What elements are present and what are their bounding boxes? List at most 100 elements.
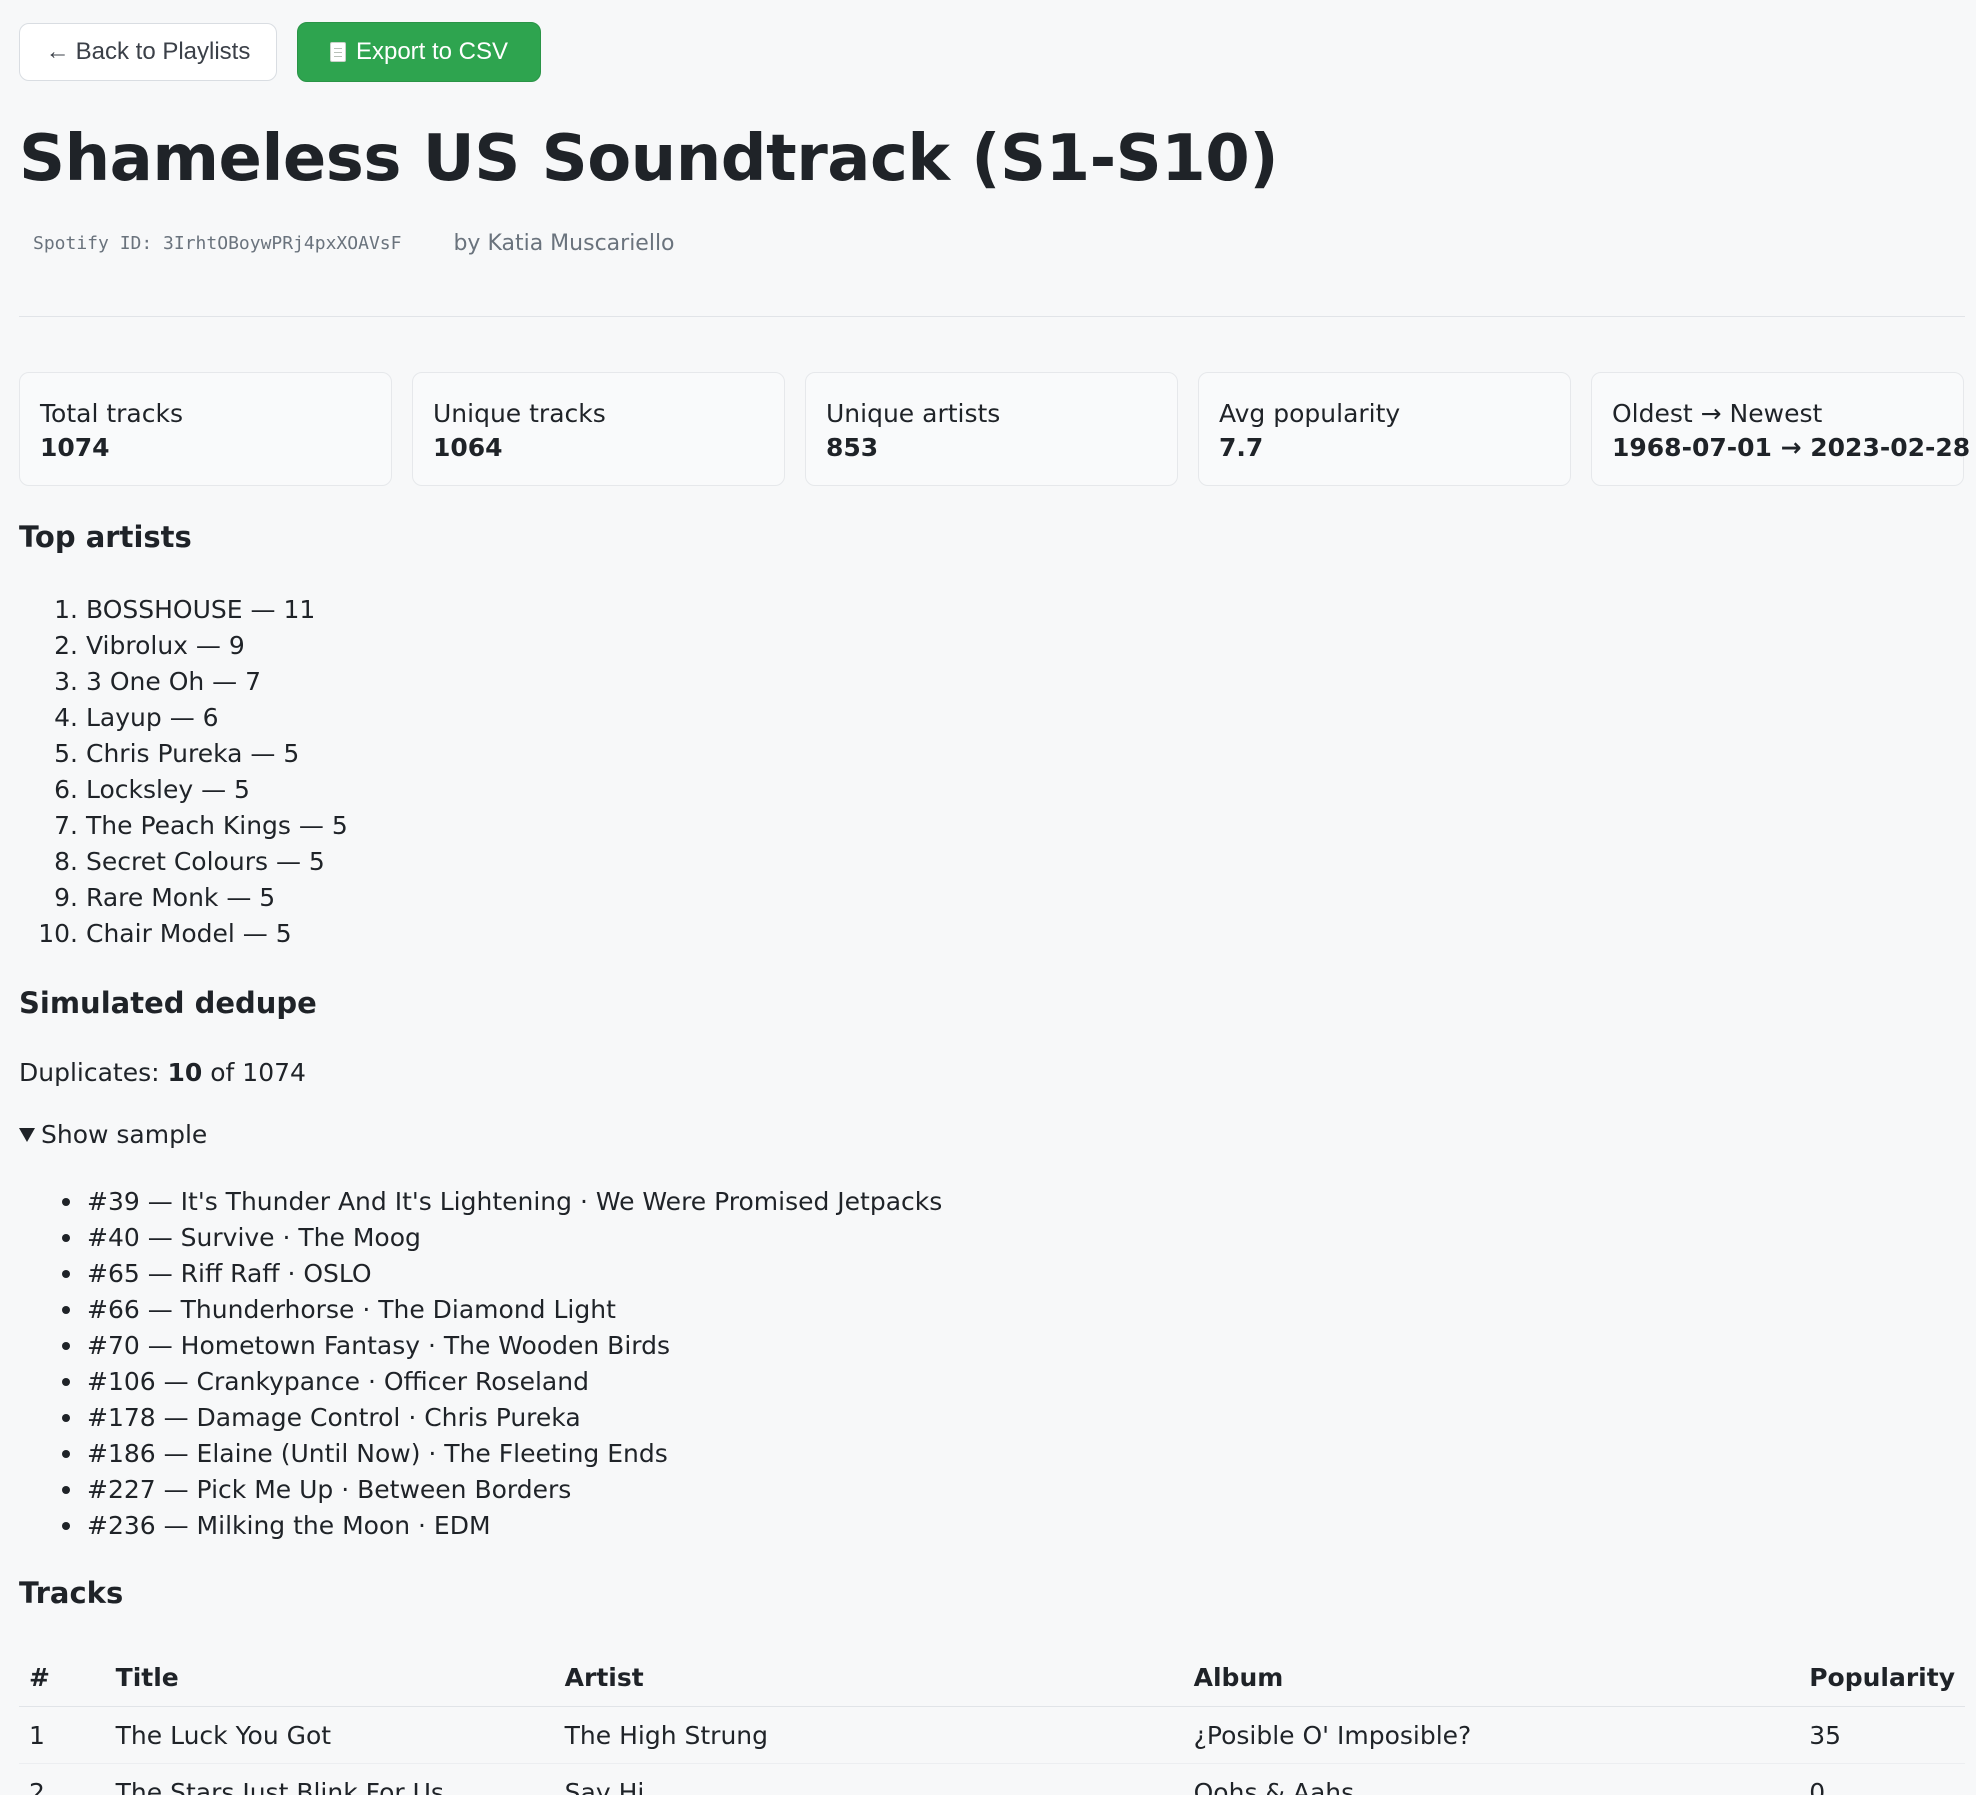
stat-label: Unique tracks [433,399,606,428]
list-item: 8. Secret Colours — 5 [19,844,348,880]
column-header-popularity[interactable]: Popularity [1799,1648,1965,1707]
tracks-heading: Tracks [19,1576,124,1610]
artist-entry: Rare Monk — 5 [86,883,276,912]
playlist-detail-page: ← Back to Playlists Export to CSV Shamel… [0,0,1976,1795]
list-item: 5. Chris Pureka — 5 [19,736,348,772]
cell-number: 1 [19,1706,106,1764]
list-number: 6. [54,775,78,804]
list-item: 3. 3 One Oh — 7 [19,664,348,700]
list-number: 3. [54,667,78,696]
bullet-icon [62,1270,70,1278]
duplicate-entry: #70 — Hometown Fantasy · The Wooden Bird… [87,1331,671,1360]
list-item: #65 — Riff Raff · OSLO [19,1256,942,1292]
duplicates-summary: Duplicates: 10 of 1074 [19,1058,306,1087]
stat-label: Avg popularity [1219,399,1401,428]
list-item: 6. Locksley — 5 [19,772,348,808]
toolbar: ← Back to Playlists Export to CSV [19,22,541,82]
bullet-icon [62,1234,70,1242]
playlist-meta: Spotify ID: 3IrhtOBoywPRj4pxXOAVsF by Ka… [19,229,675,258]
cell-popularity: 0 [1799,1763,1965,1795]
stat-value: 1968-07-01 → 2023-02-28 [1612,433,1971,462]
column-header-album[interactable]: Album [1183,1648,1800,1707]
artist-entry: The Peach Kings — 5 [86,811,348,840]
stat-card-unique-tracks: Unique tracks 1064 [412,372,785,486]
duplicate-entry: #186 — Elaine (Until Now) · The Fleeting… [87,1439,668,1468]
tracks-table: # Title Artist Album Popularity 1 The Lu… [19,1648,1965,1795]
column-header-title[interactable]: Title [105,1648,555,1707]
bullet-icon [62,1198,70,1206]
duplicate-entry: #66 — Thunderhorse · The Diamond Light [87,1295,616,1324]
cell-artist: Say Hi [554,1763,1184,1795]
list-item: 10. Chair Model — 5 [19,916,348,952]
export-csv-button[interactable]: Export to CSV [297,22,541,82]
spotify-id: Spotify ID: 3IrhtOBoywPRj4pxXOAVsF [33,233,402,254]
table-row[interactable]: 1 The Luck You Got The High Strung ¿Posi… [19,1706,1965,1764]
top-artists-heading: Top artists [19,520,192,554]
cell-album: Oohs & Aahs [1183,1763,1800,1795]
list-number: 4. [54,703,78,732]
show-sample-label: Show sample [41,1120,208,1149]
duplicate-entry: #40 — Survive · The Moog [87,1223,421,1252]
list-number: 7. [54,811,78,840]
list-item: #106 — Crankypance · Officer Roseland [19,1364,942,1400]
artist-entry: BOSSHOUSE — 11 [86,595,316,624]
bullet-icon [62,1486,70,1494]
cell-popularity: 35 [1799,1706,1965,1764]
list-item: #178 — Damage Control · Chris Pureka [19,1400,942,1436]
bullet-icon [62,1378,70,1386]
artist-entry: Chair Model — 5 [86,919,292,948]
list-item: #70 — Hometown Fantasy · The Wooden Bird… [19,1328,942,1364]
table-row[interactable]: 2 The Stars Just Blink For Us Say Hi Ooh… [19,1763,1965,1795]
table-header-row: # Title Artist Album Popularity [19,1648,1965,1707]
duplicate-entry: #178 — Damage Control · Chris Pureka [87,1403,581,1432]
stat-value: 1064 [433,433,503,462]
duplicate-sample-list: #39 — It's Thunder And It's Lightening ·… [19,1184,942,1544]
back-button-label: Back to Playlists [75,38,251,65]
page-title: Shameless US Soundtrack (S1-S10) [19,122,1279,196]
list-item: #236 — Milking the Moon · EDM [19,1508,942,1544]
list-item: #227 — Pick Me Up · Between Borders [19,1472,942,1508]
duplicate-entry: #227 — Pick Me Up · Between Borders [87,1475,572,1504]
stat-label: Oldest → Newest [1612,399,1823,428]
bullet-icon [62,1342,70,1350]
list-item: 9. Rare Monk — 5 [19,880,348,916]
top-artists-list: 1. BOSSHOUSE — 11 2. Vibrolux — 9 3. 3 One … [19,592,348,952]
duplicate-entry: #65 — Riff Raff · OSLO [87,1259,372,1288]
bullet-icon [62,1414,70,1422]
show-sample-toggle[interactable]: Show sample [19,1120,207,1149]
bullet-icon [62,1450,70,1458]
list-number: 8. [54,847,78,876]
stat-label: Total tracks [40,399,183,428]
bullet-icon [62,1522,70,1530]
stat-value: 7.7 [1219,433,1264,462]
duplicates-suffix: of 1074 [202,1058,306,1087]
list-number: 1. [54,595,78,624]
column-header-number[interactable]: # [19,1648,106,1707]
export-button-label: Export to CSV [355,38,509,65]
playlist-owner: by Katia Muscariello [453,231,675,256]
left-arrow-icon: ← [45,38,70,65]
back-to-playlists-button[interactable]: ← Back to Playlists [19,23,277,81]
duplicate-entry: #106 — Crankypance · Officer Roseland [87,1367,589,1396]
stat-value: 1074 [40,433,110,462]
list-item: #66 — Thunderhorse · The Diamond Light [19,1292,942,1328]
list-item: #186 — Elaine (Until Now) · The Fleeting… [19,1436,942,1472]
duplicates-count: 10 [167,1058,203,1087]
stat-card-total-tracks: Total tracks 1074 [19,372,392,486]
cell-album: ¿Posible O' Imposible? [1183,1706,1800,1764]
artist-entry: Chris Pureka — 5 [86,739,300,768]
cell-title: The Luck You Got [105,1706,555,1764]
duplicate-entry: #236 — Milking the Moon · EDM [87,1511,491,1540]
list-number: 5. [54,739,78,768]
stat-card-avg-popularity: Avg popularity 7.7 [1198,372,1571,486]
list-item: 7. The Peach Kings — 5 [19,808,348,844]
list-number: 9. [54,883,78,912]
list-item: 2. Vibrolux — 9 [19,628,348,664]
artist-entry: Vibrolux — 9 [86,631,245,660]
column-header-artist[interactable]: Artist [554,1648,1184,1707]
stats-row: Total tracks 1074 Unique tracks 1064 Uni… [19,372,1971,486]
list-item: #39 — It's Thunder And It's Lightening ·… [19,1184,942,1220]
document-icon [329,42,346,62]
bullet-icon [62,1306,70,1314]
duplicate-entry: #39 — It's Thunder And It's Lightening ·… [87,1187,943,1216]
